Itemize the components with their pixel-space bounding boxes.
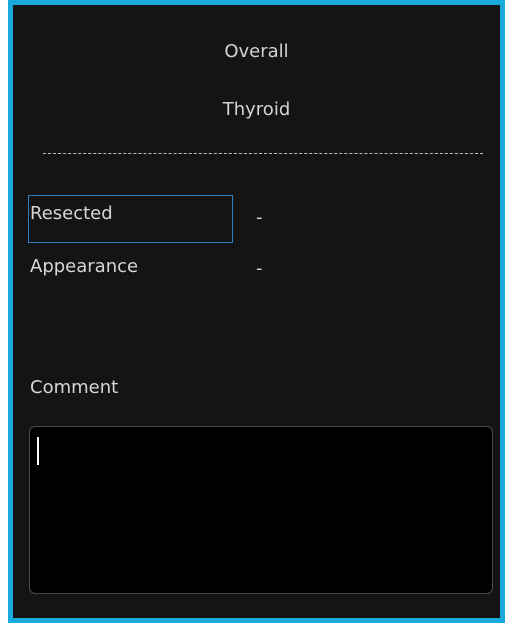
dashed-divider: [43, 153, 483, 154]
organ-title: Thyroid: [222, 99, 291, 120]
text-caret: [37, 437, 39, 465]
appearance-value[interactable]: -: [256, 258, 263, 279]
report-panel: Overall Thyroid Resected - Appearance - …: [8, 0, 505, 623]
section-title: Overall: [224, 41, 289, 62]
comment-textarea[interactable]: [29, 426, 493, 594]
appearance-label[interactable]: Appearance: [30, 256, 138, 277]
resected-value[interactable]: -: [256, 207, 263, 228]
comment-label: Comment: [30, 377, 119, 398]
resected-label[interactable]: Resected: [30, 203, 113, 224]
